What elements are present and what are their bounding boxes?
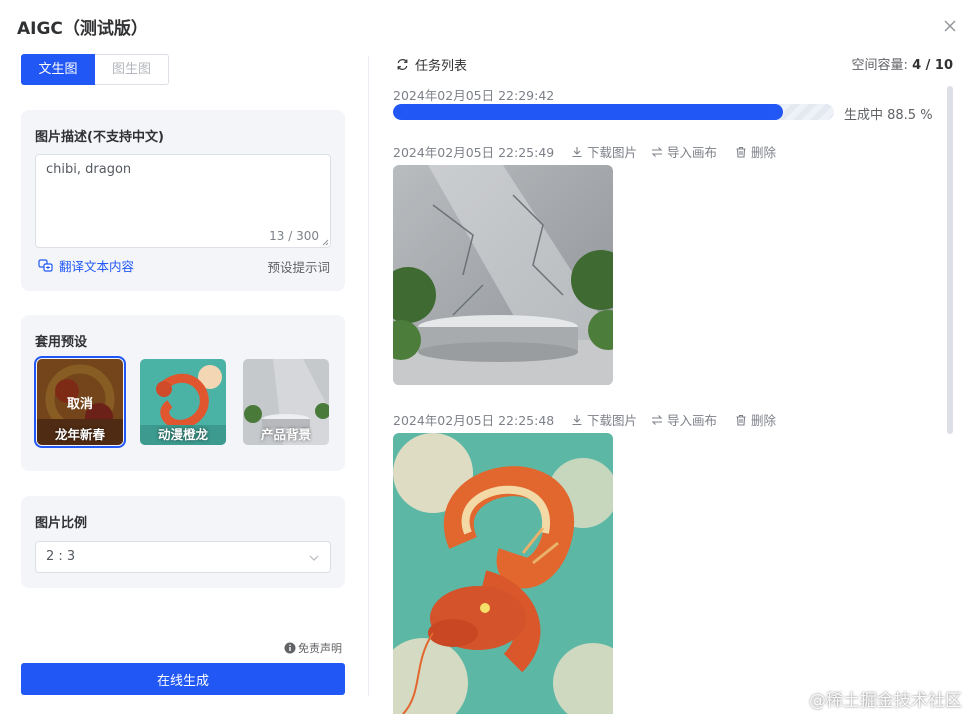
- mode-tabs: 文生图 图生图: [21, 54, 169, 85]
- prompt-textarea[interactable]: chibi, dragon 13 / 300: [35, 154, 331, 248]
- ratio-select[interactable]: 2 : 3: [35, 541, 331, 573]
- result-image-stone-podium[interactable]: [393, 165, 613, 385]
- progress-status: 生成中 88.5 %: [844, 108, 933, 123]
- storage-capacity: 空间容量: 4 / 10: [852, 54, 953, 73]
- task-list-button[interactable]: 任务列表: [396, 55, 467, 74]
- panel-divider: [368, 56, 369, 696]
- disclaimer-link[interactable]: 免责声明: [284, 640, 342, 656]
- download-label: 下载图片: [587, 145, 638, 160]
- orange-dragon-illustration: [393, 433, 613, 714]
- tab-image-to-image[interactable]: 图生图: [95, 54, 169, 85]
- download-label: 下载图片: [587, 413, 638, 428]
- trash-icon: [736, 414, 746, 426]
- task-list-label: 任务列表: [415, 59, 468, 74]
- capacity-label: 空间容量:: [851, 58, 908, 73]
- progress-bar: [393, 104, 834, 120]
- capacity-value: 4 / 10: [912, 58, 953, 73]
- generate-button[interactable]: 在线生成: [21, 663, 345, 695]
- progress-fill: [393, 104, 784, 120]
- presets-title: 套用预设: [35, 335, 88, 350]
- translate-label: 翻译文本内容: [59, 259, 135, 274]
- prompt-char-count: 13 / 300: [269, 229, 319, 243]
- preset-product-background[interactable]: 产品背景: [243, 359, 329, 445]
- prompt-card: 图片描述(不支持中文) chibi, dragon 13 / 300 翻译文本内…: [21, 110, 345, 291]
- close-icon[interactable]: [942, 18, 958, 34]
- ratio-value: 2 : 3: [46, 549, 76, 564]
- watermark: @稀土掘金技术社区: [809, 691, 962, 711]
- task-time: 2024年02月05日 22:25:48: [393, 413, 555, 428]
- preset-cancel-label[interactable]: 取消: [37, 393, 123, 412]
- download-image-button[interactable]: 下载图片: [571, 410, 637, 429]
- preset-anime-orange-dragon[interactable]: 动漫橙龙: [140, 359, 226, 445]
- swap-icon: [651, 414, 663, 425]
- download-image-button[interactable]: 下载图片: [571, 142, 637, 161]
- delete-button[interactable]: 删除: [735, 410, 776, 429]
- presets-card: 套用预设 取消 龙年新春 动漫橙龙 产品背景: [21, 315, 345, 471]
- prompt-title: 图片描述(不支持中文): [35, 130, 164, 145]
- preset-new-year-dragon[interactable]: 取消 龙年新春: [34, 356, 126, 448]
- translate-icon: [38, 258, 53, 272]
- resize-grip-icon[interactable]: [321, 238, 329, 246]
- dialog-title: AIGC（测试版）: [17, 19, 148, 39]
- scrollbar[interactable]: [947, 86, 953, 434]
- import-label: 导入画布: [667, 413, 718, 428]
- swap-icon: [651, 146, 663, 157]
- download-icon: [572, 414, 582, 425]
- translate-link[interactable]: 翻译文本内容: [38, 256, 134, 275]
- refresh-icon: [397, 59, 408, 70]
- chevron-down-icon: [309, 555, 319, 561]
- ratio-card: 图片比例 2 : 3: [21, 496, 345, 588]
- info-icon: [284, 642, 296, 654]
- result-image-orange-dragon[interactable]: [393, 433, 613, 714]
- delete-button[interactable]: 删除: [735, 142, 776, 161]
- prompt-value: chibi, dragon: [46, 162, 132, 177]
- import-label: 导入画布: [667, 145, 718, 160]
- tab-text-to-image[interactable]: 文生图: [21, 54, 95, 85]
- stone-podium-product-background: [393, 165, 613, 385]
- preset-label: 动漫橙龙: [157, 427, 208, 442]
- disclaimer-label: 免责声明: [298, 642, 342, 655]
- import-canvas-button[interactable]: 导入画布: [651, 410, 717, 429]
- import-canvas-button[interactable]: 导入画布: [651, 142, 717, 161]
- preset-words-link[interactable]: 预设提示词: [267, 257, 330, 276]
- delete-label: 删除: [751, 413, 777, 428]
- ratio-title: 图片比例: [35, 516, 88, 531]
- preset-label: 产品背景: [260, 427, 311, 442]
- download-icon: [572, 146, 582, 157]
- task-time: 2024年02月05日 22:25:49: [393, 145, 555, 160]
- task-time: 2024年02月05日 22:29:42: [393, 88, 555, 103]
- delete-label: 删除: [751, 145, 777, 160]
- preset-label: 龙年新春: [54, 427, 105, 442]
- trash-icon: [736, 146, 746, 158]
